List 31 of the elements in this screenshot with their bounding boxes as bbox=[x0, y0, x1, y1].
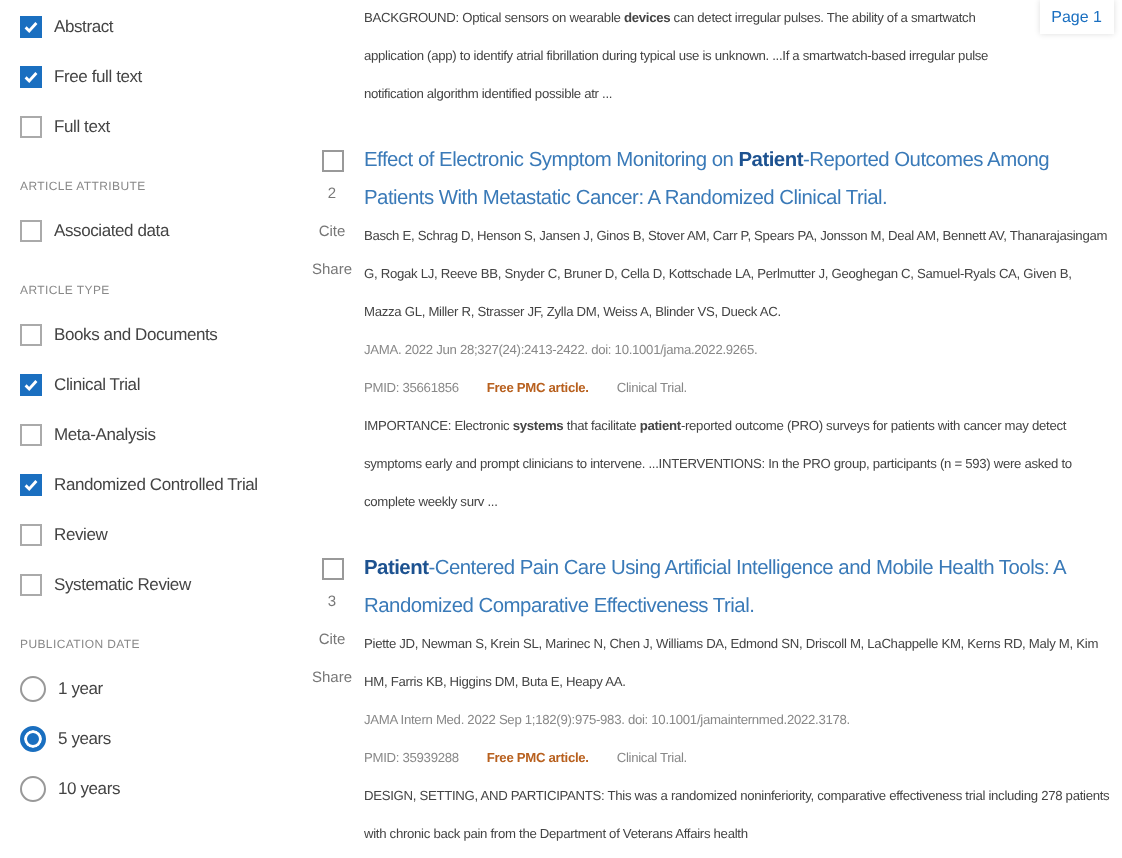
filter-label[interactable]: Books and Documents bbox=[54, 322, 264, 346]
radio-button[interactable] bbox=[20, 775, 46, 801]
checkbox[interactable] bbox=[20, 323, 42, 345]
checkbox[interactable] bbox=[20, 523, 42, 545]
checkbox[interactable] bbox=[20, 15, 42, 37]
radio-button[interactable] bbox=[20, 725, 46, 751]
checkbox[interactable] bbox=[321, 150, 343, 172]
checkbox[interactable] bbox=[20, 219, 42, 241]
checkbox[interactable] bbox=[20, 573, 42, 595]
checkbox[interactable] bbox=[20, 423, 42, 445]
filter-label[interactable]: Systematic Review bbox=[54, 572, 264, 596]
filter-label[interactable]: Randomized Controlled Trial bbox=[54, 472, 264, 496]
filter-label[interactable]: Clinical Trial bbox=[54, 372, 264, 396]
checkbox[interactable] bbox=[20, 373, 42, 395]
page-badge: Page 1 bbox=[1039, 0, 1114, 34]
filter-label[interactable]: Meta-Analysis bbox=[54, 422, 264, 446]
checkbox[interactable] bbox=[321, 558, 343, 580]
radio-button[interactable] bbox=[20, 675, 46, 701]
article-title-link[interactable]: Effect of Electronic Symptom Monitoring on Patient-Reported Outcomes Among Patients With Metastatic Cancer: A Randomized Clinical Trial. bbox=[364, 142, 1110, 218]
filter-label[interactable]: 10 years bbox=[58, 776, 268, 800]
checkbox[interactable] bbox=[20, 65, 42, 87]
article-title-link[interactable]: Patient-Centered Pain Care Using Artificial Intelligence and Mobile Health Tools: A Randomized Comparative Effectiveness Trial. bbox=[364, 550, 1110, 626]
filter-label[interactable]: 1 year bbox=[58, 676, 268, 700]
filter-label[interactable]: Review bbox=[54, 522, 264, 546]
filter-label[interactable]: Free full text bbox=[54, 64, 264, 88]
filter-label[interactable]: Full text bbox=[54, 114, 264, 138]
filter-label[interactable]: 5 years bbox=[58, 726, 268, 750]
filter-label[interactable]: Associated data bbox=[54, 218, 264, 242]
filter-label[interactable]: Abstract bbox=[54, 14, 264, 38]
checkbox[interactable] bbox=[20, 115, 42, 137]
checkbox[interactable] bbox=[20, 473, 42, 495]
